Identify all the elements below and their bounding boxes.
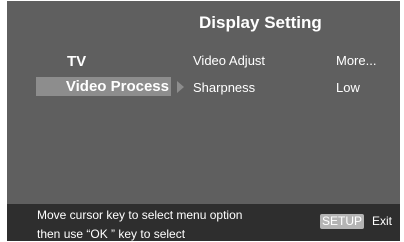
setting-sharpness-label[interactable]: Sharpness [193, 80, 255, 95]
help-text-line-1: Move cursor key to select menu option [37, 208, 243, 222]
help-text-line-2: then use “OK ” key to select [37, 227, 186, 241]
setting-sharpness-value[interactable]: Low [336, 80, 360, 95]
menu-title: Display Setting [199, 13, 322, 32]
setting-video-adjust-label[interactable]: Video Adjust [193, 53, 265, 68]
osd-screen: Display Setting TV Video Process Video A… [7, 1, 400, 241]
help-footer: Move cursor key to select menu option th… [7, 204, 400, 241]
exit-label: Exit [372, 214, 393, 228]
menu-item-video-process[interactable]: Video Process [36, 77, 171, 96]
arrow-right-icon [177, 81, 184, 93]
setting-video-adjust-value[interactable]: More... [336, 53, 376, 68]
setup-key-badge: SETUP [320, 214, 365, 229]
menu-item-tv[interactable]: TV [67, 53, 86, 70]
